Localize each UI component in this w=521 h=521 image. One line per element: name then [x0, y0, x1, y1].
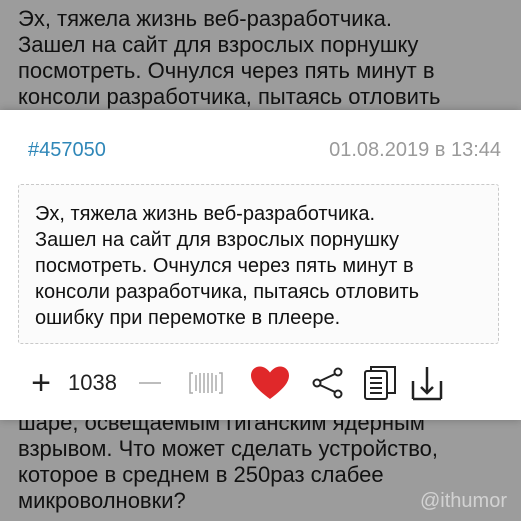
share-icon[interactable] — [311, 367, 345, 399]
heart-icon[interactable] — [249, 365, 291, 401]
save-icon[interactable] — [411, 365, 443, 401]
minus-icon[interactable] — [138, 382, 161, 384]
background-line: посмотреть. Очнулся через пять минут в — [18, 58, 435, 83]
quote-line: Зашел на сайт для взрослых порнушку — [35, 229, 399, 251]
quote-line: ошибку при перемотке в плеере. — [35, 307, 341, 329]
post-id-link[interactable]: #457050 — [28, 139, 106, 162]
quote-line: посмотреть. Очнулся через пять минут в — [35, 255, 414, 277]
bayan-icon[interactable] — [189, 369, 223, 397]
quote-line: консоли разработчика, пытаясь отловить — [35, 281, 420, 303]
background-line: Эх, тяжела жизнь веб-разработчика. — [18, 6, 393, 31]
background-line: консоли разработчика, пытаясь отловить — [18, 84, 441, 109]
watermark: @ithumor — [420, 490, 507, 512]
post-date: 01.08.2019 в 13:44 — [329, 138, 501, 161]
background-line: Зашел на сайт для взрослых порнушку — [18, 32, 419, 57]
background-line: шаре, освещаемым гиганским ядерным — [18, 420, 425, 435]
plus-icon[interactable]: + — [24, 366, 58, 400]
copy-icon[interactable] — [363, 365, 397, 401]
rating-score: 1038 — [68, 370, 117, 395]
action-toolbar: + 1038 — [24, 362, 501, 404]
background-line: которое в среднем в 250раз слабее — [18, 462, 384, 487]
quote-card: #457050 01.08.2019 в 13:44 Эх, тяжела жи… — [0, 110, 521, 420]
background-quote-top: Эх, тяжела жизнь веб-разработчика. Зашел… — [0, 6, 521, 110]
quote-line: Эх, тяжела жизнь веб-разработчика. — [35, 203, 376, 225]
card-header: #457050 01.08.2019 в 13:44 — [28, 136, 501, 164]
background-line: взрывом. Что может сделать устройство, — [18, 436, 438, 461]
quote-body: Эх, тяжела жизнь веб-разработчика. Зашел… — [18, 184, 499, 344]
